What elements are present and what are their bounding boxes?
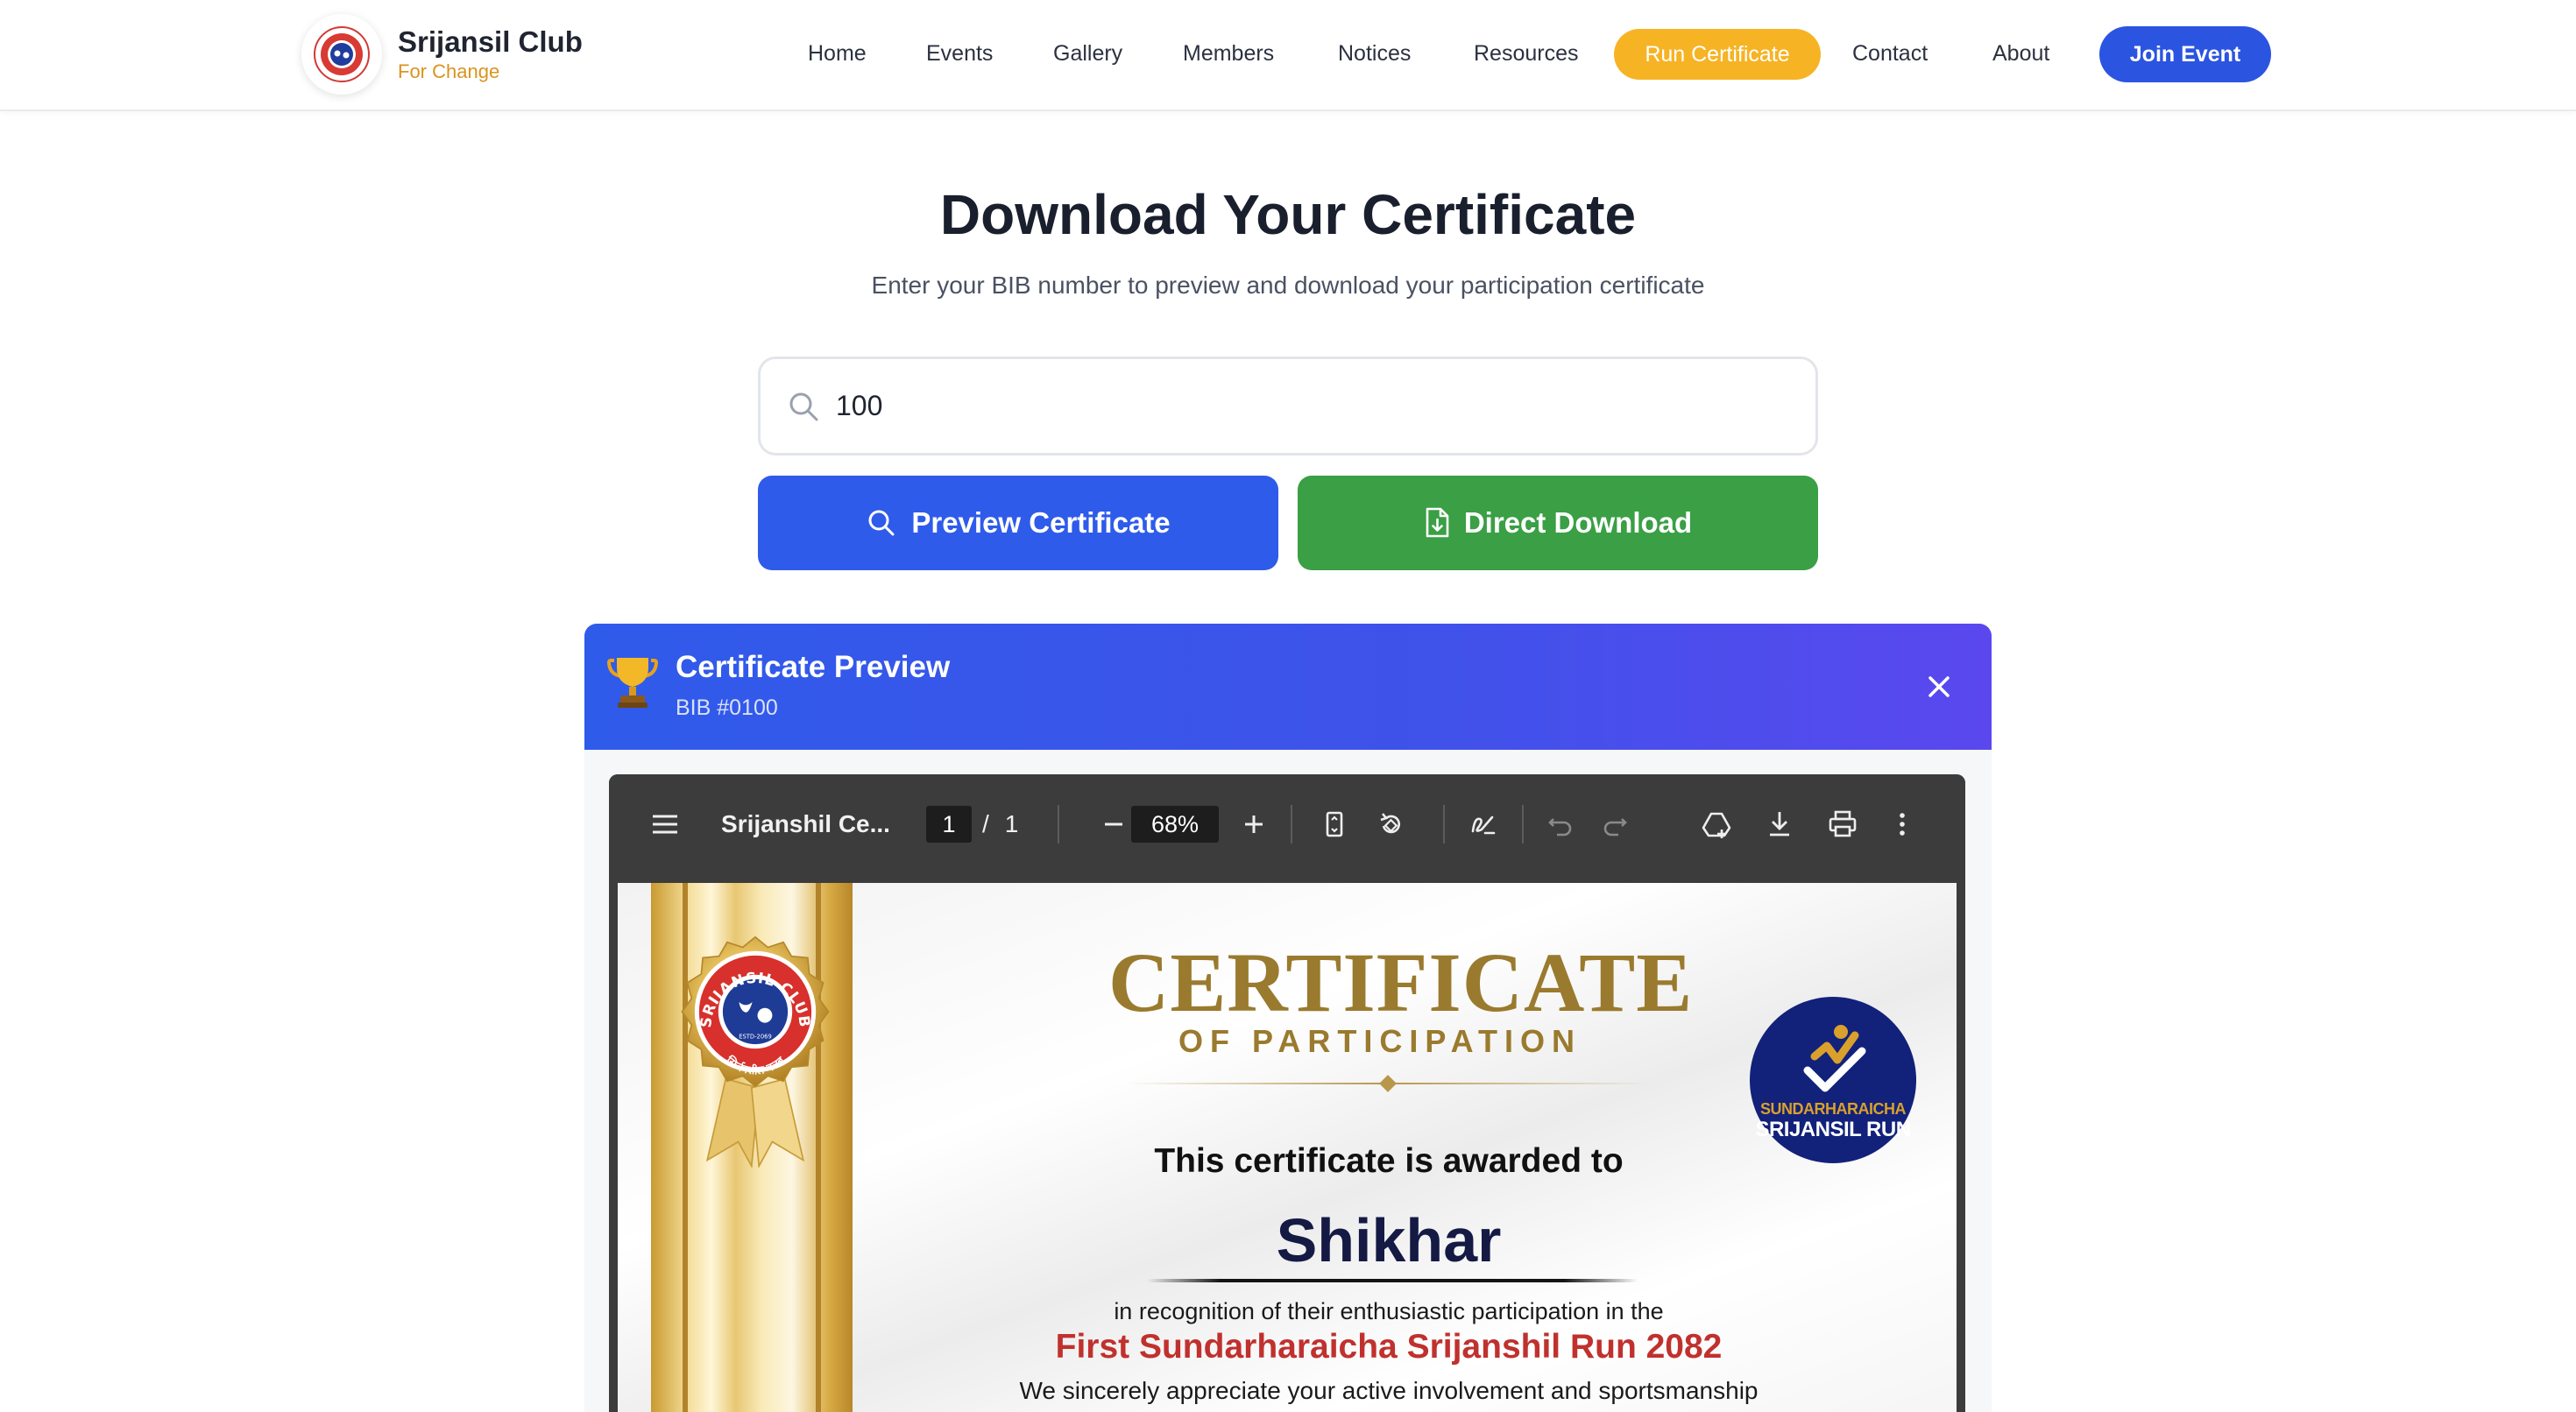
certificate-heading: CERTIFICATE (1108, 935, 1694, 1029)
close-icon[interactable] (1921, 669, 1957, 704)
pdf-toolbar: Srijanshil Ce... 1 / 1 68% (609, 774, 1965, 874)
run-event-logo: SUNDARHARAICHA SRIJANSIL RUN (1750, 997, 1916, 1163)
redo-icon[interactable] (1597, 807, 1632, 842)
certificate-page: SRIJANSIL CLUB सिर्जनशील क्लब ESTD-2069 … (618, 883, 1957, 1412)
preview-title: Certificate Preview (676, 650, 951, 684)
certificate-subheading: OF PARTICIPATION (1178, 1023, 1582, 1059)
nav-about[interactable]: About (1992, 26, 2049, 81)
page-total: 1 (1004, 810, 1019, 837)
direct-download-label: Direct Download (1463, 506, 1693, 539)
download-icon[interactable] (1762, 807, 1797, 842)
recipient-underline (1147, 1279, 1638, 1282)
awarded-to-text: This certificate is awarded to (1154, 1142, 1624, 1180)
top-navbar: Srijansil Club For Change Home Events Ga… (0, 0, 2576, 111)
appreciation-text: We sincerely appreciate your active invo… (1019, 1377, 1759, 1404)
join-event-button[interactable]: Join Event (2099, 26, 2271, 82)
search-icon (868, 510, 895, 536)
nav-members[interactable]: Members (1183, 26, 1274, 81)
undo-icon[interactable] (1543, 807, 1578, 842)
nav-contact[interactable]: Contact (1852, 26, 1928, 81)
bib-search-box (758, 357, 1818, 455)
page-number-input[interactable]: 1 (926, 806, 972, 843)
preview-bib-number: BIB #0100 (676, 695, 778, 720)
run-logo-line2: SRIJANSIL RUN (1755, 1118, 1911, 1141)
main-nav: Home Events Gallery Members Notices Reso… (0, 26, 2576, 82)
pdf-page-area[interactable]: SRIJANSIL CLUB सिर्जनशील क्लब ESTD-2069 … (609, 874, 1965, 1412)
run-logo-line1: SUNDARHARAICHA (1760, 1100, 1907, 1118)
zoom-level-input[interactable]: 68% (1131, 806, 1219, 843)
pdf-viewer: Srijanshil Ce... 1 / 1 68% SRIJANSIL CLU… (609, 774, 1965, 1412)
zoom-in-icon[interactable] (1236, 807, 1271, 842)
nav-notices[interactable]: Notices (1338, 26, 1411, 81)
divider-ornament (1379, 1075, 1397, 1092)
recipient-name: Shikhar (1276, 1206, 1502, 1274)
seal-estd: ESTD-2069 (739, 1033, 771, 1040)
certificate-preview-panel: Certificate Preview BIB #0100 Srijanshil… (584, 624, 1992, 1412)
draw-icon[interactable] (1466, 807, 1501, 842)
bib-number-input[interactable] (836, 359, 1782, 453)
rotate-icon[interactable] (1373, 807, 1408, 842)
page-separator: / (982, 810, 989, 837)
page-indicator: 1 / 1 (926, 774, 1018, 874)
print-icon[interactable] (1825, 807, 1860, 842)
club-seal-medal: SRIJANSIL CLUB सिर्जनशील क्लब ESTD-2069 (681, 935, 830, 1168)
nav-events[interactable]: Events (926, 26, 993, 81)
nav-resources[interactable]: Resources (1474, 26, 1579, 81)
menu-icon[interactable] (648, 807, 683, 842)
pdf-document-title: Srijanshil Ce... (721, 810, 890, 837)
preview-header: Certificate Preview BIB #0100 (584, 624, 1992, 750)
recognition-text: in recognition of their enthusiastic par… (1114, 1298, 1664, 1324)
trophy-icon (607, 658, 658, 708)
file-download-icon (1426, 507, 1449, 538)
page-title: Download Your Certificate (939, 183, 1637, 246)
direct-download-button[interactable]: Direct Download (1298, 476, 1818, 570)
fit-page-icon[interactable] (1317, 807, 1352, 842)
more-options-icon[interactable] (1885, 807, 1920, 842)
page-subtitle: Enter your BIB number to preview and dow… (871, 272, 1705, 299)
search-icon (789, 392, 818, 421)
preview-certificate-label: Preview Certificate (911, 506, 1171, 539)
nav-home[interactable]: Home (808, 26, 867, 81)
save-to-drive-icon[interactable] (1699, 807, 1734, 842)
preview-certificate-button[interactable]: Preview Certificate (758, 476, 1278, 570)
runner-icon (1803, 1025, 1866, 1092)
zoom-level: 68% (1131, 774, 1219, 874)
event-name: First Sundarharaicha Srijanshil Run 2082 (1055, 1328, 1723, 1366)
nav-gallery[interactable]: Gallery (1053, 26, 1122, 81)
zoom-out-icon[interactable] (1096, 807, 1131, 842)
nav-run-certificate[interactable]: Run Certificate (1614, 29, 1821, 80)
